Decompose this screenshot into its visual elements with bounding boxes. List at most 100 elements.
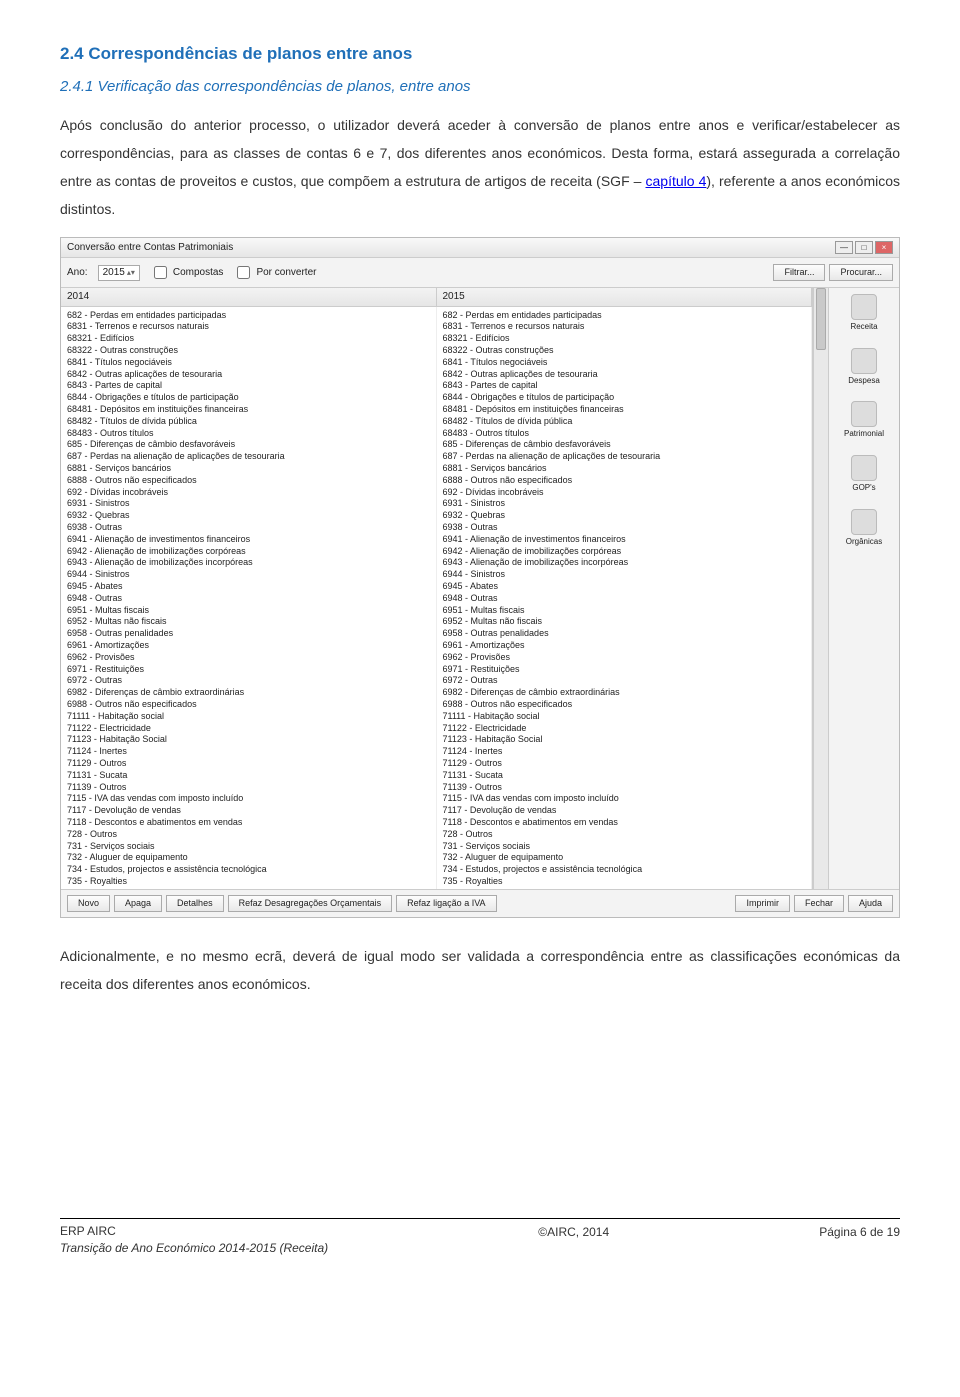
list-item[interactable]: 728 - Outros	[67, 828, 430, 840]
list-item[interactable]: 71122 - Electricidade	[443, 722, 806, 734]
side-item-patrimonial[interactable]: Patrimonial	[844, 401, 884, 439]
list-item[interactable]: 6888 - Outros não especificados	[67, 474, 430, 486]
list-item[interactable]: 6938 - Outras	[67, 522, 430, 534]
side-item-gop's[interactable]: GOP's	[851, 455, 877, 493]
list-item[interactable]: 685 - Diferenças de câmbio desfavoráveis	[67, 439, 430, 451]
side-item-despesa[interactable]: Despesa	[848, 348, 880, 386]
list-item[interactable]: 71131 - Sucata	[67, 769, 430, 781]
list-item[interactable]: 6943 - Alienação de imobilizações incorp…	[443, 557, 806, 569]
help-button[interactable]: Ajuda	[848, 895, 893, 912]
list-item[interactable]: 7118 - Descontos e abatimentos em vendas	[67, 816, 430, 828]
list-item[interactable]: 6972 - Outras	[443, 675, 806, 687]
porconverter-checkbox[interactable]: Por converter	[233, 263, 316, 282]
side-item-receita[interactable]: Receita	[850, 294, 877, 332]
list-item[interactable]: 7118 - Descontos e abatimentos em vendas	[443, 816, 806, 828]
list-item[interactable]: 6888 - Outros não especificados	[443, 474, 806, 486]
column-header-2015[interactable]: 2015	[437, 288, 813, 306]
list-item[interactable]: 71139 - Outros	[67, 781, 430, 793]
list-item[interactable]: 6945 - Abates	[443, 581, 806, 593]
list-item[interactable]: 6844 - Obrigações e títulos de participa…	[67, 392, 430, 404]
list-item[interactable]: 6948 - Outras	[443, 592, 806, 604]
scrollbar-thumb[interactable]	[816, 288, 826, 350]
list-item[interactable]: 6944 - Sinistros	[67, 569, 430, 581]
list-item[interactable]: 6831 - Terrenos e recursos naturais	[443, 321, 806, 333]
list-item[interactable]: 6942 - Alienação de imobilizações corpór…	[443, 545, 806, 557]
list-item[interactable]: 6841 - Títulos negociáveis	[443, 356, 806, 368]
list-item[interactable]: 682 - Perdas em entidades participadas	[443, 309, 806, 321]
list-item[interactable]: 6881 - Serviços bancários	[443, 463, 806, 475]
list-item[interactable]: 6971 - Restituições	[443, 663, 806, 675]
minimize-icon[interactable]: —	[835, 241, 853, 254]
list-item[interactable]: 6945 - Abates	[67, 581, 430, 593]
list-item[interactable]: 6961 - Amortizações	[443, 640, 806, 652]
list-item[interactable]: 6958 - Outras penalidades	[67, 628, 430, 640]
close-icon[interactable]: ×	[875, 241, 893, 254]
list-item[interactable]: 68482 - Títulos de dívida pública	[67, 415, 430, 427]
list-item[interactable]: 6943 - Alienação de imobilizações incorp…	[67, 557, 430, 569]
year-spinner[interactable]: 2015 ▴▾	[98, 265, 140, 281]
list-item[interactable]: 71129 - Outros	[443, 757, 806, 769]
list-item[interactable]: 734 - Estudos, projectos e assistência t…	[443, 864, 806, 876]
list-item[interactable]: 735 - Royalties	[443, 875, 806, 887]
redo-vat-button[interactable]: Refaz ligação a IVA	[396, 895, 496, 912]
list-item[interactable]: 6982 - Diferenças de câmbio extraordinár…	[443, 687, 806, 699]
list-item[interactable]: 6938 - Outras	[443, 522, 806, 534]
list-item[interactable]: 71122 - Electricidade	[67, 722, 430, 734]
list-item[interactable]: 71129 - Outros	[67, 757, 430, 769]
close-button[interactable]: Fechar	[794, 895, 844, 912]
list-item[interactable]: 692 - Dívidas incobráveis	[67, 486, 430, 498]
list-item[interactable]: 68481 - Depósitos em instituições financ…	[67, 404, 430, 416]
list-item[interactable]: 68483 - Outros títulos	[67, 427, 430, 439]
list-item[interactable]: 6961 - Amortizações	[67, 640, 430, 652]
list-item[interactable]: 6988 - Outros não especificados	[67, 698, 430, 710]
list-item[interactable]: 6931 - Sinistros	[443, 498, 806, 510]
list-item[interactable]: 6931 - Sinistros	[67, 498, 430, 510]
list-item[interactable]: 682 - Perdas em entidades participadas	[67, 309, 430, 321]
new-button[interactable]: Novo	[67, 895, 110, 912]
list-item[interactable]: 6831 - Terrenos e recursos naturais	[67, 321, 430, 333]
list-item[interactable]: 687 - Perdas na alienação de aplicações …	[67, 451, 430, 463]
list-item[interactable]: 68321 - Edifícios	[67, 333, 430, 345]
list-item[interactable]: 6944 - Sinistros	[443, 569, 806, 581]
list-item[interactable]: 71139 - Outros	[443, 781, 806, 793]
list-item[interactable]: 7115 - IVA das vendas com imposto incluí…	[443, 793, 806, 805]
list-item[interactable]: 71111 - Habitação social	[443, 710, 806, 722]
list-item[interactable]: 6843 - Partes de capital	[443, 380, 806, 392]
chapter-4-link[interactable]: capítulo 4	[646, 173, 707, 189]
list-item[interactable]: 71123 - Habitação Social	[67, 734, 430, 746]
list-item[interactable]: 71131 - Sucata	[443, 769, 806, 781]
print-button[interactable]: Imprimir	[735, 895, 790, 912]
list-item[interactable]: 6952 - Multas não fiscais	[67, 616, 430, 628]
list-item[interactable]: 7117 - Devolução de vendas	[67, 805, 430, 817]
list-item[interactable]: 71124 - Inertes	[443, 746, 806, 758]
list-item[interactable]: 6842 - Outras aplicações de tesouraria	[443, 368, 806, 380]
list-item[interactable]: 6988 - Outros não especificados	[443, 698, 806, 710]
compostas-checkbox[interactable]: Compostas	[150, 263, 224, 282]
list-item[interactable]: 6951 - Multas fiscais	[443, 604, 806, 616]
list-item[interactable]: 732 - Aluguer de equipamento	[67, 852, 430, 864]
side-item-orgânicas[interactable]: Orgânicas	[846, 509, 882, 547]
list-item[interactable]: 7117 - Devolução de vendas	[443, 805, 806, 817]
list-item[interactable]: 6881 - Serviços bancários	[67, 463, 430, 475]
list-item[interactable]: 6841 - Títulos negociáveis	[67, 356, 430, 368]
list-item[interactable]: 6951 - Multas fiscais	[67, 604, 430, 616]
list-item[interactable]: 6952 - Multas não fiscais	[443, 616, 806, 628]
list-item[interactable]: 731 - Serviços sociais	[67, 840, 430, 852]
list-item[interactable]: 6843 - Partes de capital	[67, 380, 430, 392]
list-item[interactable]: 6941 - Alienação de investimentos financ…	[67, 533, 430, 545]
list-item[interactable]: 6972 - Outras	[67, 675, 430, 687]
list-item[interactable]: 71124 - Inertes	[67, 746, 430, 758]
list-item[interactable]: 7115 - IVA das vendas com imposto incluí…	[67, 793, 430, 805]
list-item[interactable]: 6948 - Outras	[67, 592, 430, 604]
list-item[interactable]: 6971 - Restituições	[67, 663, 430, 675]
redo-budget-button[interactable]: Refaz Desagregações Orçamentais	[228, 895, 393, 912]
list-item[interactable]: 68481 - Depósitos em instituições financ…	[443, 404, 806, 416]
list-item[interactable]: 734 - Estudos, projectos e assistência t…	[67, 864, 430, 876]
list-item[interactable]: 6958 - Outras penalidades	[443, 628, 806, 640]
details-button[interactable]: Detalhes	[166, 895, 224, 912]
list-item[interactable]: 68321 - Edifícios	[443, 333, 806, 345]
scrollbar[interactable]	[813, 288, 828, 889]
list-item[interactable]: 71123 - Habitação Social	[443, 734, 806, 746]
maximize-icon[interactable]: □	[855, 241, 873, 254]
list-item[interactable]: 6942 - Alienação de imobilizações corpór…	[67, 545, 430, 557]
